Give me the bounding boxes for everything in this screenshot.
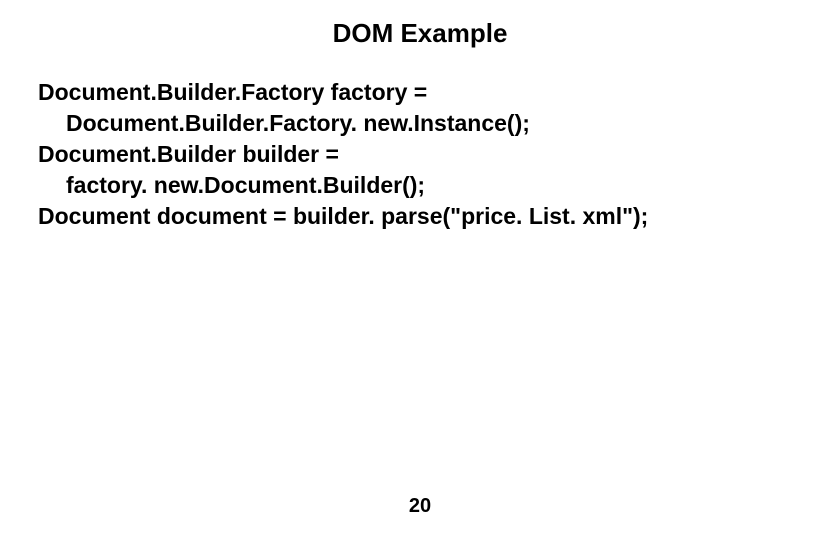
page-number: 20 [0,495,840,518]
code-line-3: Document.Builder builder = [38,139,802,170]
code-block: Document.Builder.Factory factory = Docum… [38,77,802,232]
code-line-2: Document.Builder.Factory. new.Instance()… [38,108,802,139]
code-line-4: factory. new.Document.Builder(); [38,170,802,201]
code-line-1: Document.Builder.Factory factory = [38,77,802,108]
code-line-5: Document document = builder. parse("pric… [38,201,802,232]
slide-title: DOM Example [38,18,802,49]
slide-container: DOM Example Document.Builder.Factory fac… [0,0,840,540]
